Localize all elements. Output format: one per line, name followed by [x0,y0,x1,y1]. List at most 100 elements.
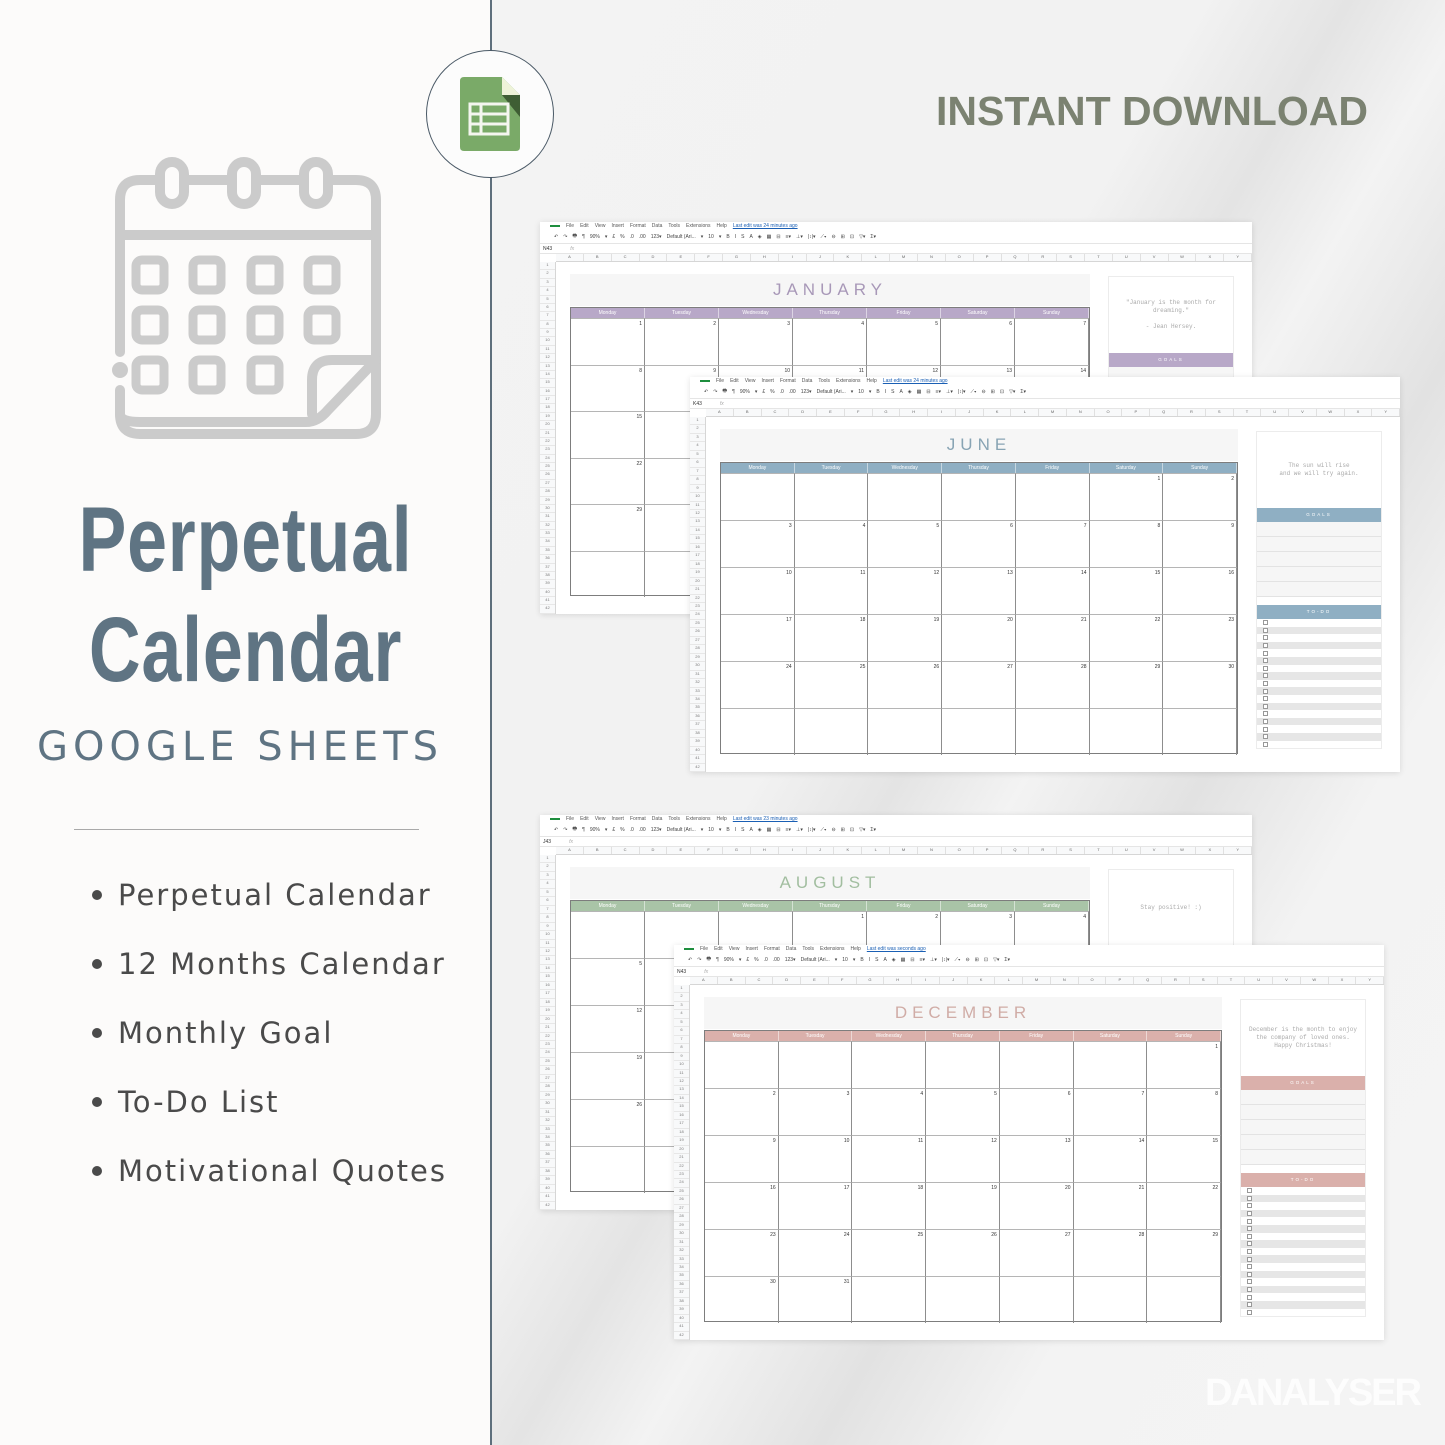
toolbar-button[interactable]: ◈ [908,389,912,395]
day-cell[interactable]: 27 [942,661,1016,708]
day-cell[interactable]: 26 [571,1099,645,1146]
row-header[interactable]: 40 [540,589,555,597]
row-header[interactable]: 27 [540,1075,555,1084]
menu-data[interactable]: Data [652,816,663,822]
day-cell[interactable] [868,473,943,520]
row-header[interactable]: 4 [540,287,555,296]
toolbar-button[interactable]: ↶ [704,389,708,395]
column-header[interactable]: S [1057,254,1086,261]
toolbar-button[interactable]: ⟋▾ [821,234,827,240]
toolbar-button[interactable]: ▾ [701,827,704,833]
row-header[interactable]: 22 [690,595,705,603]
toolbar-button[interactable]: 90% [740,389,750,395]
row-header[interactable]: 7 [674,1036,689,1045]
menu-view[interactable]: View [595,223,606,229]
column-header[interactable]: S [1190,977,1218,984]
toolbar-button[interactable]: ¶ [582,234,585,240]
row-header[interactable]: 12 [540,948,555,957]
toolbar-button[interactable]: 🖶 [722,388,727,396]
name-box[interactable]: J43 [543,839,551,845]
day-cell[interactable]: 17 [721,614,795,661]
day-cell[interactable]: 21 [1015,614,1090,661]
day-cell[interactable] [868,708,943,755]
row-header[interactable]: 20 [540,421,555,430]
row-header[interactable]: 24 [690,611,705,620]
toolbar-button[interactable]: ⊥▾ [946,389,953,395]
toolbar-button[interactable]: ▽▾ [859,234,865,240]
row-header[interactable]: 6 [674,1027,689,1036]
column-header[interactable]: M [1023,977,1051,984]
column-header[interactable]: Y [1356,977,1384,984]
column-header[interactable]: M [890,847,918,854]
toolbar-button[interactable]: ▾ [755,389,758,395]
row-header[interactable]: 34 [540,538,555,547]
row-header[interactable]: 26 [690,628,705,637]
toolbar-button[interactable]: ⊡ [1000,389,1004,395]
column-header[interactable]: N [1051,977,1079,984]
checkbox[interactable] [1263,696,1268,702]
column-header[interactable]: O [1095,409,1123,416]
menu-tools[interactable]: Tools [818,378,830,384]
toolbar-button[interactable]: ¶ [716,957,719,963]
row-header[interactable]: 6 [540,897,555,906]
goal-line[interactable] [1257,522,1381,537]
toolbar-button[interactable]: ⊥▾ [930,957,937,963]
row-header[interactable]: 38 [674,1298,689,1307]
row-header[interactable]: 28 [674,1213,689,1222]
toolbar-button[interactable]: £ [612,234,615,240]
row-header[interactable]: 9 [540,329,555,338]
row-header[interactable]: 41 [674,1323,689,1332]
row-header[interactable]: 28 [690,645,705,654]
day-cell[interactable]: 8 [1089,520,1164,567]
day-cell[interactable]: 28 [1073,1229,1148,1276]
row-header[interactable]: 9 [674,1053,689,1062]
row-header[interactable]: 8 [540,914,555,923]
toolbar-button[interactable]: ⊞ [841,827,845,833]
toolbar-button[interactable]: ≡▾ [920,957,925,963]
row-header[interactable]: 22 [674,1163,689,1171]
toolbar-button[interactable]: B [726,827,729,833]
row-header[interactable]: 28 [540,488,555,497]
menu-format[interactable]: Format [780,378,796,384]
day-cell[interactable] [705,1041,779,1088]
day-cell[interactable] [926,1276,1000,1323]
column-header[interactable]: B [718,977,746,984]
day-cell[interactable]: 16 [705,1182,779,1229]
checkbox[interactable] [1247,1233,1252,1239]
row-header[interactable]: 21 [540,1024,555,1033]
day-cell[interactable]: 11 [794,567,869,614]
toolbar-button[interactable]: ⊖ [831,827,835,833]
row-header[interactable]: 18 [540,404,555,413]
row-header[interactable]: 35 [540,1142,555,1151]
menu-view[interactable]: View [745,378,756,384]
row-header[interactable]: 36 [540,1151,555,1160]
row-header[interactable]: 2 [540,270,555,279]
column-header[interactable]: X [1196,847,1225,854]
row-header[interactable]: 19 [674,1137,689,1146]
day-cell[interactable]: 2 [705,1088,779,1135]
row-header[interactable]: 28 [540,1083,555,1092]
row-header[interactable]: 38 [690,730,705,739]
toolbar-button[interactable]: ↷ [713,389,717,395]
checkbox[interactable] [1247,1302,1252,1308]
checkbox[interactable] [1263,665,1268,671]
column-header[interactable]: B [734,409,762,416]
menu-file[interactable]: File [700,946,708,952]
toolbar-button[interactable]: ⟋▾ [971,389,977,395]
day-cell[interactable]: 7 [1015,520,1090,567]
column-header[interactable]: C [746,977,774,984]
checkbox[interactable] [1247,1279,1252,1285]
day-cell[interactable]: 6 [942,520,1016,567]
row-header[interactable]: 30 [540,505,555,514]
checkbox[interactable] [1263,688,1268,694]
day-cell[interactable]: 5 [867,318,941,365]
day-cell[interactable]: 30 [705,1276,779,1323]
toolbar-button[interactable]: A [883,957,886,963]
row-header[interactable]: 37 [540,564,555,572]
column-header[interactable]: V [1141,847,1169,854]
column-header[interactable]: U [1113,254,1141,261]
toolbar-button[interactable]: ⟋▾ [821,827,827,833]
row-header[interactable]: 19 [540,413,555,422]
column-header[interactable]: P [974,847,1002,854]
day-cell[interactable]: 4 [793,318,867,365]
